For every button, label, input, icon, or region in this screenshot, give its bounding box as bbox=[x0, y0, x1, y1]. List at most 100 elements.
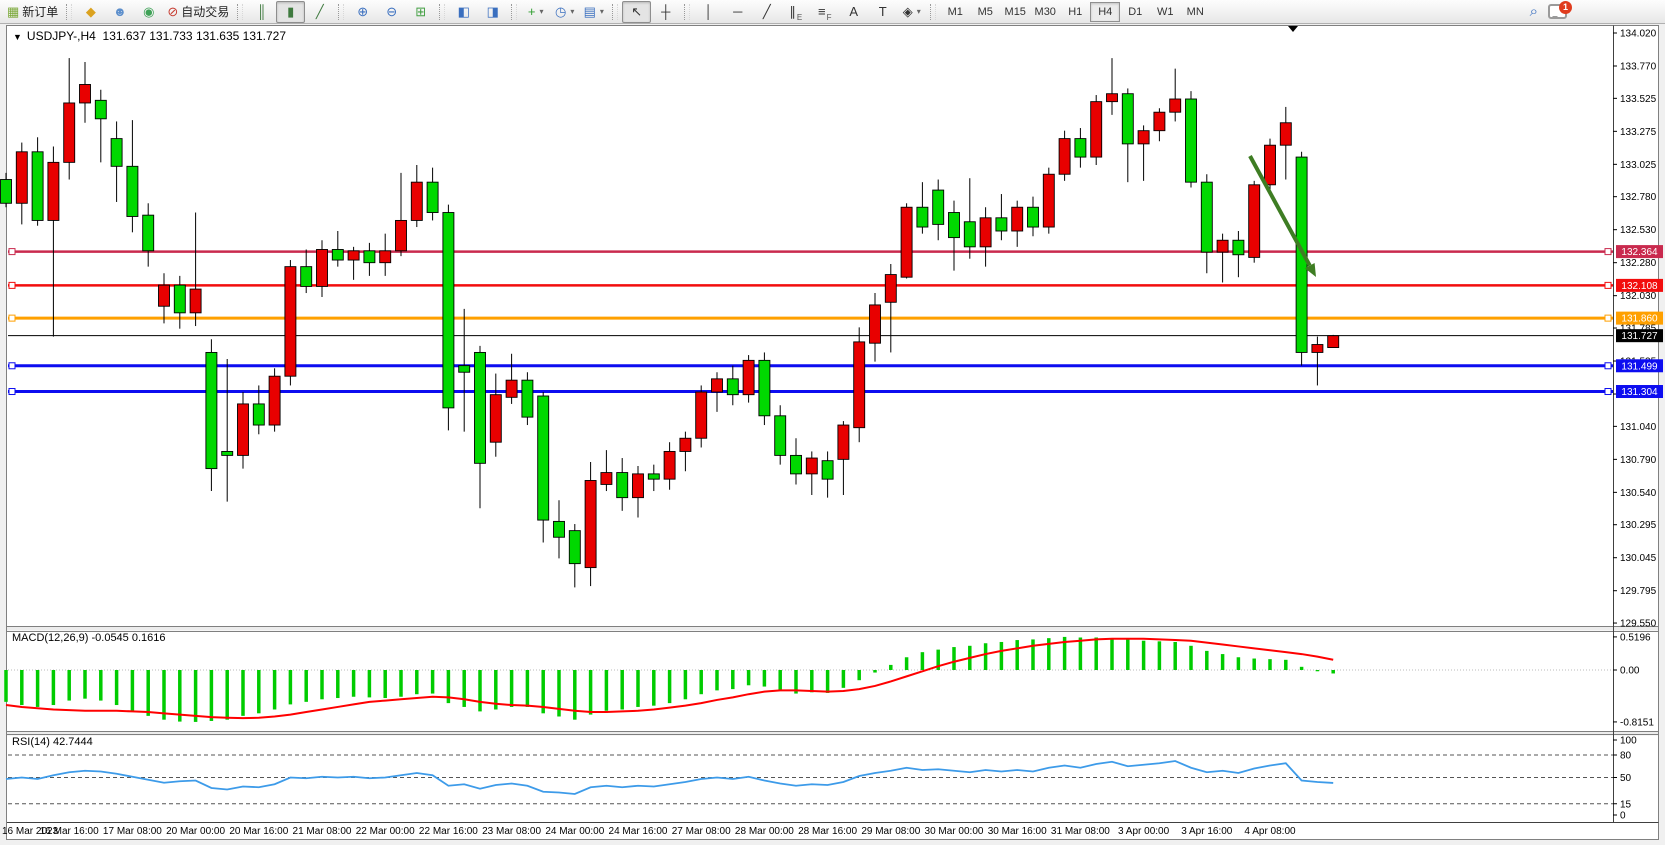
bull-candle bbox=[696, 392, 707, 438]
time-tick: 20 Mar 16:00 bbox=[229, 826, 288, 837]
price-tick: 133.025 bbox=[1620, 160, 1657, 171]
bull-candle bbox=[506, 380, 517, 397]
bear-candle bbox=[111, 139, 122, 167]
time-tick: 28 Mar 16:00 bbox=[798, 826, 857, 837]
timeframe-m15[interactable]: M15 bbox=[1000, 2, 1030, 22]
bear-candle bbox=[1122, 94, 1133, 144]
fibonacci-icon: ≡ bbox=[818, 5, 826, 18]
signals-icon: ◉ bbox=[143, 5, 154, 18]
resistance-line-2-badge-text: 132.108 bbox=[1621, 281, 1658, 292]
bull-candle bbox=[1170, 99, 1181, 112]
time-tick: 24 Mar 16:00 bbox=[609, 826, 668, 837]
bull-candle bbox=[870, 305, 881, 343]
autotrading-button[interactable]: ⊘自动交易 bbox=[163, 1, 233, 23]
chat-icon[interactable]: 1 bbox=[1548, 4, 1567, 19]
bull-candle bbox=[838, 425, 849, 459]
signals-button[interactable]: ◉ bbox=[134, 1, 163, 23]
account-button[interactable]: ☻ bbox=[105, 1, 134, 23]
support-line-2-handle[interactable] bbox=[9, 389, 15, 395]
crosshair-icon: ┼ bbox=[661, 5, 670, 18]
indicators-icon: + bbox=[528, 5, 536, 18]
support-line-2-handle[interactable] bbox=[1605, 389, 1611, 395]
bull-candle bbox=[159, 285, 170, 306]
resistance-line-2-handle[interactable] bbox=[1605, 282, 1611, 288]
bull-candle bbox=[238, 404, 249, 455]
price-tick: 130.790 bbox=[1620, 455, 1657, 466]
tool-letter: E bbox=[797, 13, 802, 22]
resistance-line-2-handle[interactable] bbox=[9, 282, 15, 288]
cursor-button[interactable]: ↖ bbox=[622, 1, 651, 23]
horizontal-line-button[interactable]: ─ bbox=[723, 1, 752, 23]
arrange-horizontal-button[interactable]: ◧ bbox=[449, 1, 478, 23]
timeframe-m1[interactable]: M1 bbox=[940, 2, 970, 22]
new-order-button[interactable]: ▦新订单 bbox=[3, 1, 62, 23]
chart-menu-icon[interactable]: ▼ bbox=[13, 32, 22, 42]
equidistant-channel-button[interactable]: ∥E bbox=[781, 1, 810, 23]
chevron-down-icon[interactable]: ▾ bbox=[570, 7, 574, 16]
arrange-vertical-button[interactable]: ◨ bbox=[478, 1, 507, 23]
bear-candle bbox=[475, 352, 486, 463]
trendline-button[interactable]: ╱ bbox=[752, 1, 781, 23]
timeframe-h4[interactable]: H4 bbox=[1090, 2, 1120, 22]
chart-title[interactable]: ▼USDJPY-,H4 131.637 131.733 131.635 131.… bbox=[13, 29, 292, 43]
timeframe-m30[interactable]: M30 bbox=[1030, 2, 1060, 22]
support-line-1-handle[interactable] bbox=[9, 363, 15, 369]
templates-button[interactable]: ▤▾ bbox=[579, 1, 608, 23]
bar-chart-button[interactable]: ║ bbox=[247, 1, 276, 23]
pivot-line-badge-text: 131.860 bbox=[1621, 314, 1658, 325]
tile-windows-icon: ⊞ bbox=[415, 5, 426, 18]
new-order-icon: ▦ bbox=[7, 5, 19, 18]
pivot-line-handle[interactable] bbox=[1605, 315, 1611, 321]
bull-candle bbox=[1154, 112, 1165, 130]
bear-candle bbox=[222, 451, 233, 455]
text-label-button[interactable]: T bbox=[868, 1, 897, 23]
support-line-1-handle[interactable] bbox=[1605, 363, 1611, 369]
arrows-tool-button[interactable]: ◈▾ bbox=[897, 1, 926, 23]
timeframe-d1[interactable]: D1 bbox=[1120, 2, 1150, 22]
macd-values: -0.0545 0.1616 bbox=[91, 632, 165, 644]
time-tick: 29 Mar 08:00 bbox=[861, 826, 920, 837]
bear-candle bbox=[143, 215, 154, 251]
bull-candle bbox=[1059, 139, 1070, 175]
text-icon: A bbox=[849, 5, 858, 18]
chevron-down-icon[interactable]: ▾ bbox=[600, 7, 604, 16]
candlestick-chart-button[interactable]: ▮ bbox=[276, 1, 305, 23]
tool-letter: F bbox=[827, 13, 832, 22]
indicators-button[interactable]: +▾ bbox=[521, 1, 550, 23]
rsi-tick: 0 bbox=[1620, 811, 1626, 822]
pivot-line-handle[interactable] bbox=[9, 315, 15, 321]
periods-button[interactable]: ◷▾ bbox=[550, 1, 579, 23]
resistance-line-1-handle[interactable] bbox=[1605, 249, 1611, 255]
resistance-line-1-handle[interactable] bbox=[9, 249, 15, 255]
macd-name: MACD(12,26,9) bbox=[12, 632, 88, 644]
vertical-line-button[interactable]: │ bbox=[694, 1, 723, 23]
bear-candle bbox=[949, 213, 960, 238]
chevron-down-icon[interactable]: ▾ bbox=[540, 7, 544, 16]
text-button[interactable]: A bbox=[839, 1, 868, 23]
toolbar-group: ⊕⊖ ⊞ bbox=[348, 1, 435, 23]
time-tick: 21 Mar 08:00 bbox=[293, 826, 352, 837]
timeframe-mn[interactable]: MN bbox=[1180, 2, 1210, 22]
bull-candle bbox=[380, 251, 391, 263]
bear-candle bbox=[1, 180, 12, 204]
timeframe-w1[interactable]: W1 bbox=[1150, 2, 1180, 22]
bull-candle bbox=[1249, 185, 1260, 258]
crosshair-button[interactable]: ┼ bbox=[651, 1, 680, 23]
zoom-in-button[interactable]: ⊕ bbox=[348, 1, 377, 23]
chevron-down-icon[interactable]: ▾ bbox=[917, 7, 921, 16]
time-axis[interactable]: 16 Mar 202316 Mar 16:0017 Mar 08:0020 Ma… bbox=[2, 826, 1296, 837]
zoom-out-button[interactable]: ⊖ bbox=[377, 1, 406, 23]
tile-windows-button[interactable]: ⊞ bbox=[406, 1, 435, 23]
time-tick: 24 Mar 00:00 bbox=[545, 826, 604, 837]
bull-candle bbox=[1217, 240, 1228, 252]
charts-profile-button[interactable]: ◆ bbox=[76, 1, 105, 23]
time-tick: 22 Mar 16:00 bbox=[419, 826, 478, 837]
bull-candle bbox=[285, 267, 296, 377]
line-chart-button[interactable]: ╱ bbox=[305, 1, 334, 23]
fibonacci-button[interactable]: ≡F bbox=[810, 1, 839, 23]
timeframe-h1[interactable]: H1 bbox=[1060, 2, 1090, 22]
time-tick: 3 Apr 16:00 bbox=[1181, 826, 1233, 837]
search-icon[interactable]: ⌕ bbox=[1530, 3, 1538, 20]
timeframe-m5[interactable]: M5 bbox=[970, 2, 1000, 22]
bear-candle bbox=[206, 352, 217, 468]
